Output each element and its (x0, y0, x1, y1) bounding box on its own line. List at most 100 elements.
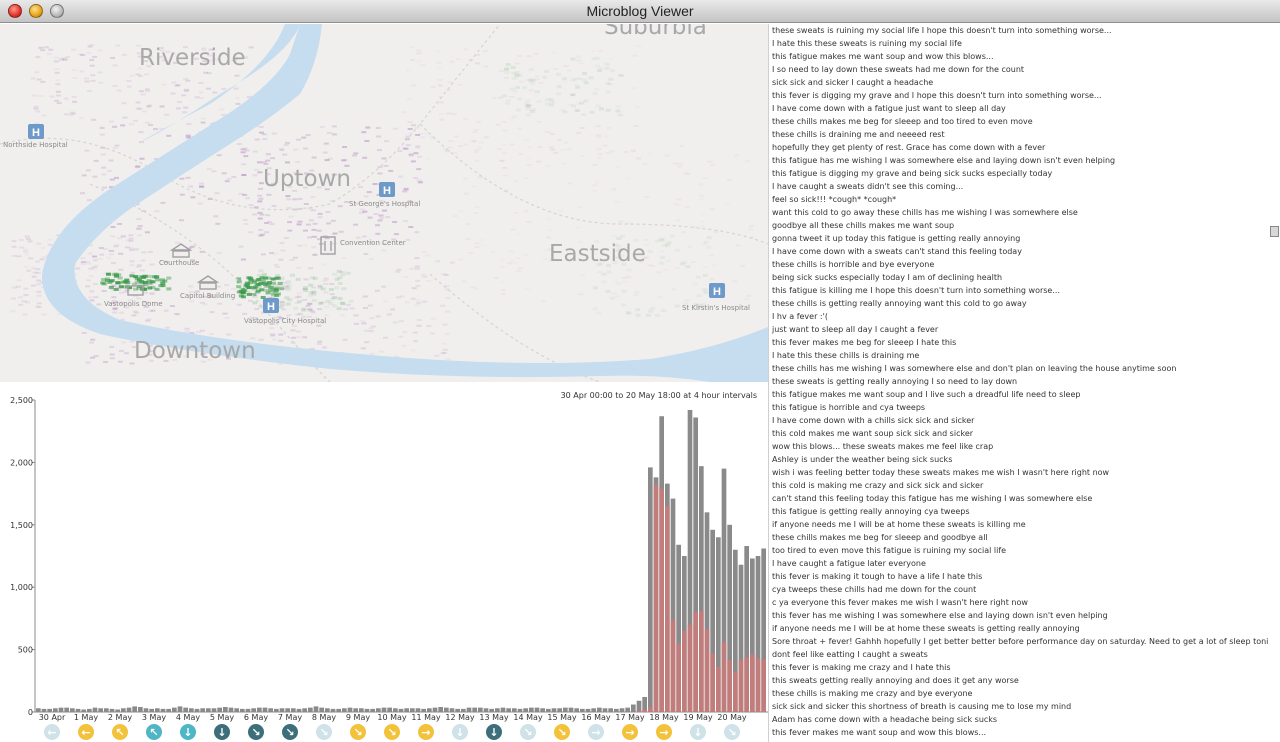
message-item[interactable]: I hv a fever :'( (772, 310, 1268, 323)
message-item[interactable]: this fatigue is getting really annoying … (772, 505, 1268, 518)
message-item[interactable]: if anyone needs me I will be at home the… (772, 622, 1268, 635)
message-item[interactable]: sick sick and sicker I caught a headache (772, 76, 1268, 89)
message-item[interactable]: cya tweeps these chills had me down for … (772, 583, 1268, 596)
density-cell (550, 133, 555, 135)
message-item[interactable]: these chills makes me beg for sleeep and… (772, 531, 1268, 544)
density-cell (550, 148, 556, 151)
message-item[interactable]: just want to sleep all day I caught a fe… (772, 323, 1268, 336)
message-item[interactable]: want this cold to go away these chills h… (772, 206, 1268, 219)
message-item[interactable]: this fatigue makes me want soup and wow … (772, 50, 1268, 63)
message-item[interactable]: Adam has come down with a headache being… (772, 713, 1268, 726)
message-item[interactable]: Sore throat + fever! Gahhh hopefully I g… (772, 635, 1268, 648)
density-cell (556, 92, 561, 96)
density-cell (673, 162, 679, 165)
density-cell (307, 236, 312, 239)
message-item[interactable]: if anyone needs me I will be at home the… (772, 518, 1268, 531)
message-item[interactable]: I have come down with a fatigue just wan… (772, 102, 1268, 115)
density-cell (359, 208, 365, 211)
message-item[interactable]: this fever makes me want soup and wow th… (772, 726, 1268, 739)
message-item[interactable]: I hate this these chills is draining me (772, 349, 1268, 362)
density-cell (661, 308, 667, 312)
bar (115, 709, 120, 712)
message-item[interactable]: I have come down with a sweats can't sta… (772, 245, 1268, 258)
density-cell (330, 219, 336, 222)
density-cell (373, 213, 379, 216)
message-feed[interactable]: these sweats is ruining my social life I… (768, 24, 1268, 742)
message-item[interactable]: sick sick and sicker this shortness of b… (772, 700, 1268, 713)
density-cell (647, 250, 653, 254)
message-item[interactable]: this fever has me wishing I was somewher… (772, 609, 1268, 622)
hospital-icon[interactable]: H (28, 124, 44, 139)
density-cell (396, 268, 402, 271)
message-item[interactable]: c ya everyone this fever makes me wish I… (772, 596, 1268, 609)
hospital-icon[interactable]: H (709, 283, 725, 298)
message-item[interactable]: these chills has me wishing I was somewh… (772, 362, 1268, 375)
message-item[interactable]: I have caught a sweats didn't see this c… (772, 180, 1268, 193)
message-item[interactable]: too tired to even move this fatigue is r… (772, 544, 1268, 557)
density-cell (89, 299, 95, 302)
message-item[interactable]: I have caught a fatigue later everyone (772, 557, 1268, 570)
message-item[interactable]: this fever is making me crazy and I hate… (772, 661, 1268, 674)
density-cell (224, 180, 230, 183)
city-map[interactable]: Riverside Suburbia Uptown Eastside Downt… (0, 24, 768, 382)
density-cell (384, 140, 389, 143)
density-cell (110, 226, 116, 228)
density-cell (376, 135, 382, 138)
density-cell (164, 113, 170, 116)
feed-scrollbar[interactable] (1268, 24, 1280, 742)
message-item[interactable]: this fever makes me beg for sleeep I hat… (772, 336, 1268, 349)
density-cell (618, 220, 624, 223)
density-cell (626, 275, 632, 278)
message-item[interactable]: wish i was feeling better today these sw… (772, 466, 1268, 479)
hospital-icon[interactable]: H (263, 298, 279, 313)
message-item[interactable]: being sick sucks especially today I am o… (772, 271, 1268, 284)
message-item[interactable]: wow this blows... these sweats makes me … (772, 440, 1268, 453)
message-item[interactable]: I hate this these sweats is ruining my s… (772, 37, 1268, 50)
hospital-icon[interactable]: H (379, 182, 395, 197)
scrollbar-thumb[interactable] (1270, 226, 1279, 237)
message-item[interactable]: this fever is digging my grave and I hop… (772, 89, 1268, 102)
message-item[interactable]: goodbye all these chills makes me want s… (772, 219, 1268, 232)
message-item[interactable]: these sweats is getting really annoying … (772, 375, 1268, 388)
bar (245, 708, 251, 712)
message-item[interactable]: these chills is horrible and bye everyon… (772, 258, 1268, 271)
message-item[interactable]: these chills makes me beg for sleeep and… (772, 115, 1268, 128)
message-item[interactable]: these sweats is ruining my social life I… (772, 24, 1268, 37)
message-item[interactable]: this fatigue has me wishing I was somewh… (772, 154, 1268, 167)
density-cell (363, 294, 369, 297)
density-cell (316, 229, 322, 232)
message-item[interactable]: this cold makes me want soup sick sick a… (772, 427, 1268, 440)
message-item[interactable]: I so need to lay down these sweats had m… (772, 63, 1268, 76)
density-cell (227, 199, 233, 202)
density-cell (269, 332, 275, 335)
message-item[interactable]: this fatigue is horrible and cya tweeps (772, 401, 1268, 414)
density-cell (646, 313, 651, 317)
density-cell (426, 280, 432, 283)
message-item[interactable]: hopefully they get plenty of rest. Grace… (772, 141, 1268, 154)
message-item[interactable]: this fatigue is digging my grave and bei… (772, 167, 1268, 180)
message-item[interactable]: I have come down with a chills sick sick… (772, 414, 1268, 427)
message-item[interactable]: dont feel like eatting I caught a sweats (772, 648, 1268, 661)
message-item[interactable]: this fatigue is killing me I hope this d… (772, 284, 1268, 297)
density-cell (634, 105, 640, 108)
volume-chart[interactable]: 30 Apr 00:00 to 20 May 18:00 at 4 hour i… (0, 382, 768, 742)
message-item[interactable]: this sweats getting really annoying and … (772, 674, 1268, 687)
message-item[interactable]: this fever is making it tough to have a … (772, 570, 1268, 583)
message-item[interactable]: Ashley is under the weather being sick s… (772, 453, 1268, 466)
density-cell (337, 282, 343, 285)
message-item[interactable]: feel so sick!!! *cough* *cough* (772, 193, 1268, 206)
message-item[interactable]: these chills is draining me and neeeed r… (772, 128, 1268, 141)
message-item[interactable]: this cold is making me crazy and sick si… (772, 479, 1268, 492)
density-cell (550, 101, 556, 104)
density-cell (509, 143, 515, 146)
message-item[interactable]: can't stand this feeling today this fati… (772, 492, 1268, 505)
density-cell (496, 148, 502, 150)
message-item[interactable]: this fatigue makes me want soup and I li… (772, 388, 1268, 401)
density-cell (108, 279, 114, 283)
message-item[interactable]: these chills is getting really annoying … (772, 297, 1268, 310)
message-item[interactable]: gonna tweet it up today this fatigue is … (772, 232, 1268, 245)
message-item[interactable]: these chills is making me crazy and bye … (772, 687, 1268, 700)
density-cell (273, 283, 279, 287)
density-cell (574, 108, 580, 112)
density-cell (310, 196, 316, 198)
